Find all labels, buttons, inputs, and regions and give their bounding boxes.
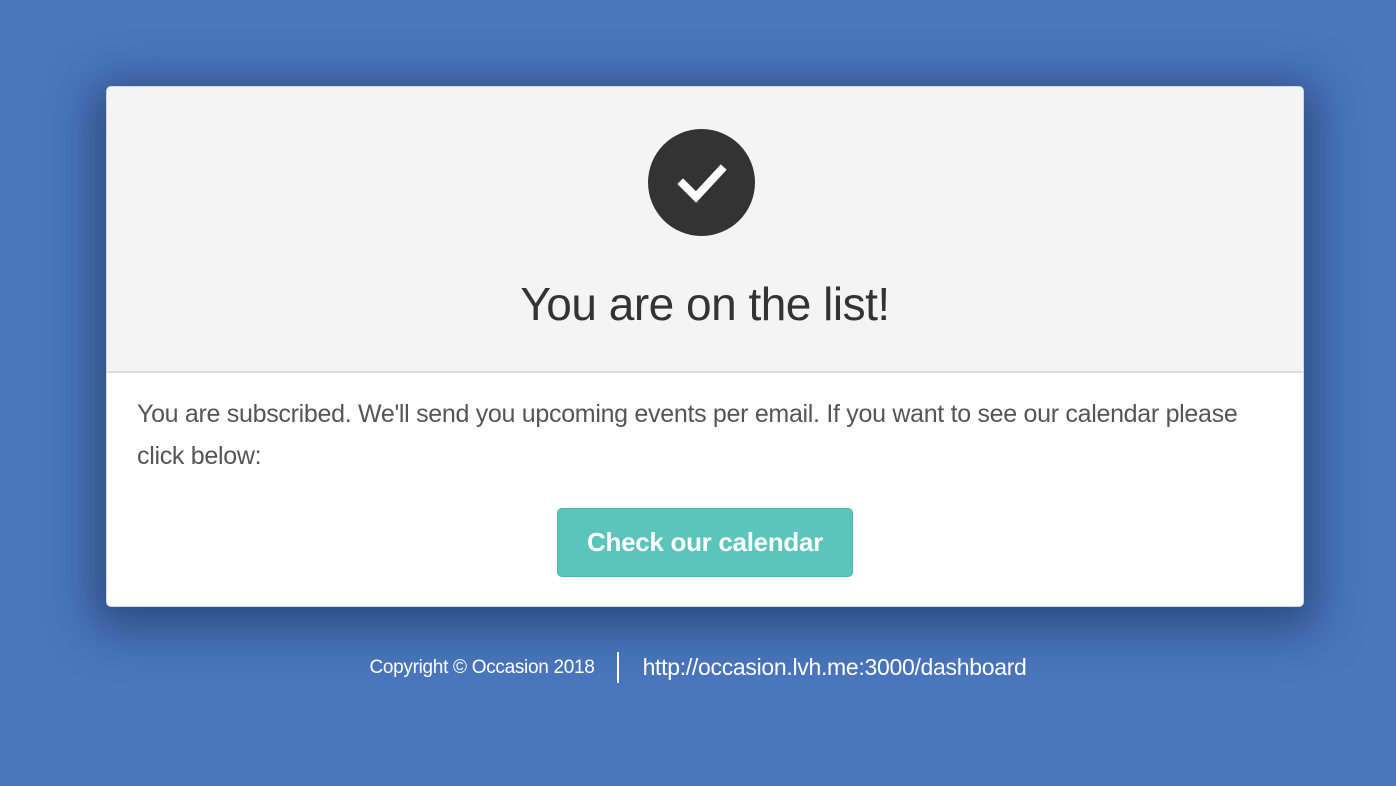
page-title: You are on the list! bbox=[520, 278, 890, 330]
confirmation-card: You are on the list! You are subscribed.… bbox=[106, 86, 1304, 607]
checkmark-icon bbox=[676, 163, 727, 203]
subscription-message: You are subscribed. We'll send you upcom… bbox=[137, 400, 1238, 470]
button-container: Check our calendar bbox=[107, 508, 1303, 577]
dashboard-link[interactable]: http://occasion.lvh.me:3000/dashboard bbox=[619, 654, 1027, 681]
footer: Copyright © Occasion 2018 http://occasio… bbox=[0, 652, 1396, 683]
check-calendar-button[interactable]: Check our calendar bbox=[557, 508, 853, 577]
card-header: You are on the list! bbox=[107, 87, 1303, 373]
card-body: You are subscribed. We'll send you upcom… bbox=[107, 373, 1303, 606]
copyright-text: Copyright © Occasion 2018 bbox=[369, 656, 595, 678]
check-circle-icon bbox=[648, 129, 755, 236]
